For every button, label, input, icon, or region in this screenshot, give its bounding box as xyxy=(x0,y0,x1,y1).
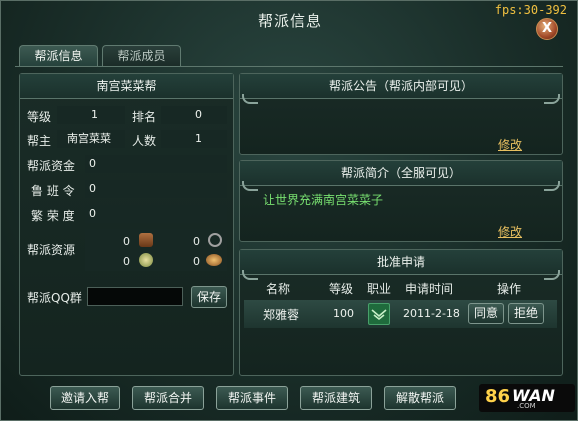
resource-value: 0 xyxy=(193,255,200,268)
prosperity-label: 繁 荣 度 xyxy=(31,209,75,223)
qq-label: 帮派QQ群 xyxy=(27,291,82,305)
fps-counter: fps:30-392 xyxy=(494,3,567,17)
ore-icon xyxy=(208,233,222,247)
applicant-level: 100 xyxy=(333,307,354,320)
members-label: 人数 xyxy=(132,134,157,148)
approval-title: 批准申请 xyxy=(376,255,425,269)
86wan-logo: 86 WAN .COM xyxy=(479,384,575,412)
tab-guild-members[interactable]: 帮派成员 xyxy=(102,45,181,67)
wood-icon xyxy=(139,233,153,247)
ornament xyxy=(544,181,560,191)
notice-title: 帮派公告（帮派内部可见） xyxy=(328,79,473,93)
column-header-time: 申请时间 xyxy=(405,282,454,296)
approve-button[interactable]: 同意 xyxy=(468,303,504,324)
leader-value: 南宫菜菜 xyxy=(57,130,125,148)
column-header-action: 操作 xyxy=(497,282,522,296)
guild-window: 帮派信息 fps:30-392 X 帮派信息 帮派成员 南宫菜菜帮 等级 1 排… xyxy=(0,0,578,421)
rank-value: 0 xyxy=(161,106,227,124)
resources-box xyxy=(85,229,227,271)
ornament xyxy=(242,270,258,280)
column-header-job: 职业 xyxy=(367,282,392,296)
intro-text: 让世界充满南宫菜菜子 xyxy=(263,193,384,207)
intro-header: 帮派简介（全服可见） xyxy=(240,161,562,186)
close-button[interactable]: X xyxy=(536,18,558,40)
reject-button[interactable]: 拒绝 xyxy=(508,303,544,324)
rank-label: 排名 xyxy=(132,110,157,124)
events-button[interactable]: 帮派事件 xyxy=(216,386,288,410)
level-label: 等级 xyxy=(27,110,52,124)
save-button[interactable]: 保存 xyxy=(191,286,227,308)
treasure-icon xyxy=(206,254,222,266)
window-title: 帮派信息 xyxy=(257,12,322,30)
guild-name-header: 南宫菜菜帮 xyxy=(20,74,233,99)
tab-guild-info[interactable]: 帮派信息 xyxy=(19,45,98,67)
gem-icon xyxy=(139,253,153,267)
leader-label: 帮主 xyxy=(27,134,52,148)
applicant-name: 郑雅蓉 xyxy=(263,308,300,322)
luban-label: 鲁 班 令 xyxy=(31,184,75,198)
invite-button[interactable]: 邀请入帮 xyxy=(50,386,120,410)
funds-label: 帮派资金 xyxy=(27,159,76,173)
qq-group-input[interactable] xyxy=(87,287,183,306)
ornament xyxy=(242,94,258,104)
column-header-name: 名称 xyxy=(266,282,291,296)
disband-button[interactable]: 解散帮派 xyxy=(384,386,456,410)
level-value: 1 xyxy=(57,106,125,124)
intro-edit-link[interactable]: 修改 xyxy=(498,223,522,240)
prosperity-value: 0 xyxy=(85,205,227,223)
buildings-button[interactable]: 帮派建筑 xyxy=(300,386,372,410)
members-value: 1 xyxy=(161,130,227,148)
notice-edit-link[interactable]: 修改 xyxy=(498,136,522,153)
tab-divider xyxy=(15,66,563,67)
ornament xyxy=(242,181,258,191)
merge-button[interactable]: 帮派合并 xyxy=(132,386,204,410)
funds-value: 0 xyxy=(85,155,227,173)
class-emblem-icon xyxy=(368,303,390,325)
resource-value: 0 xyxy=(123,255,130,268)
resources-label: 帮派资源 xyxy=(27,243,76,257)
notice-header: 帮派公告（帮派内部可见） xyxy=(240,74,562,99)
intro-title: 帮派简介（全服可见） xyxy=(340,166,461,180)
resource-value: 0 xyxy=(193,235,200,248)
resource-value: 0 xyxy=(123,235,130,248)
close-icon: X xyxy=(541,21,553,36)
approval-header: 批准申请 xyxy=(240,250,562,275)
applicant-time: 2011-2-18 xyxy=(403,307,460,320)
guild-name: 南宫菜菜帮 xyxy=(96,79,157,93)
luban-value: 0 xyxy=(85,180,227,198)
column-header-level: 等级 xyxy=(329,282,354,296)
ornament xyxy=(544,270,560,280)
ornament xyxy=(544,94,560,104)
